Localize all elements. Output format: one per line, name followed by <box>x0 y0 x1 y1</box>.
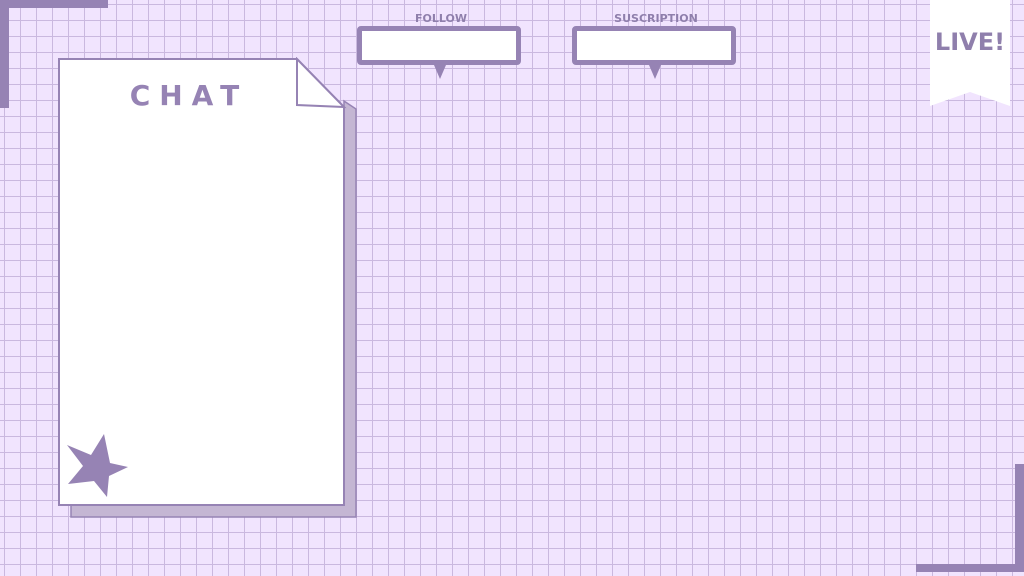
subscription-widget: SUSCRIPTION <box>571 10 741 82</box>
corner-frame-bottom-right-horizontal <box>916 564 1024 572</box>
corner-frame-bottom-right-vertical <box>1015 464 1024 572</box>
chat-title: CHAT <box>129 79 249 112</box>
corner-frame-top-left-vertical <box>0 0 9 108</box>
follow-widget: FOLLOW <box>356 10 526 82</box>
follow-label: FOLLOW <box>415 12 467 25</box>
chat-paper <box>58 57 357 518</box>
corner-frame-top-left-horizontal <box>0 0 108 8</box>
subscription-label: SUSCRIPTION <box>614 12 698 25</box>
subscription-pointer <box>649 65 661 79</box>
chat-panel: CHAT <box>56 57 360 521</box>
follow-pointer <box>434 65 446 79</box>
live-banner: LIVE! <box>930 0 1010 106</box>
subscription-box <box>572 26 736 65</box>
live-text: LIVE! <box>934 28 1006 56</box>
follow-box <box>357 26 521 65</box>
